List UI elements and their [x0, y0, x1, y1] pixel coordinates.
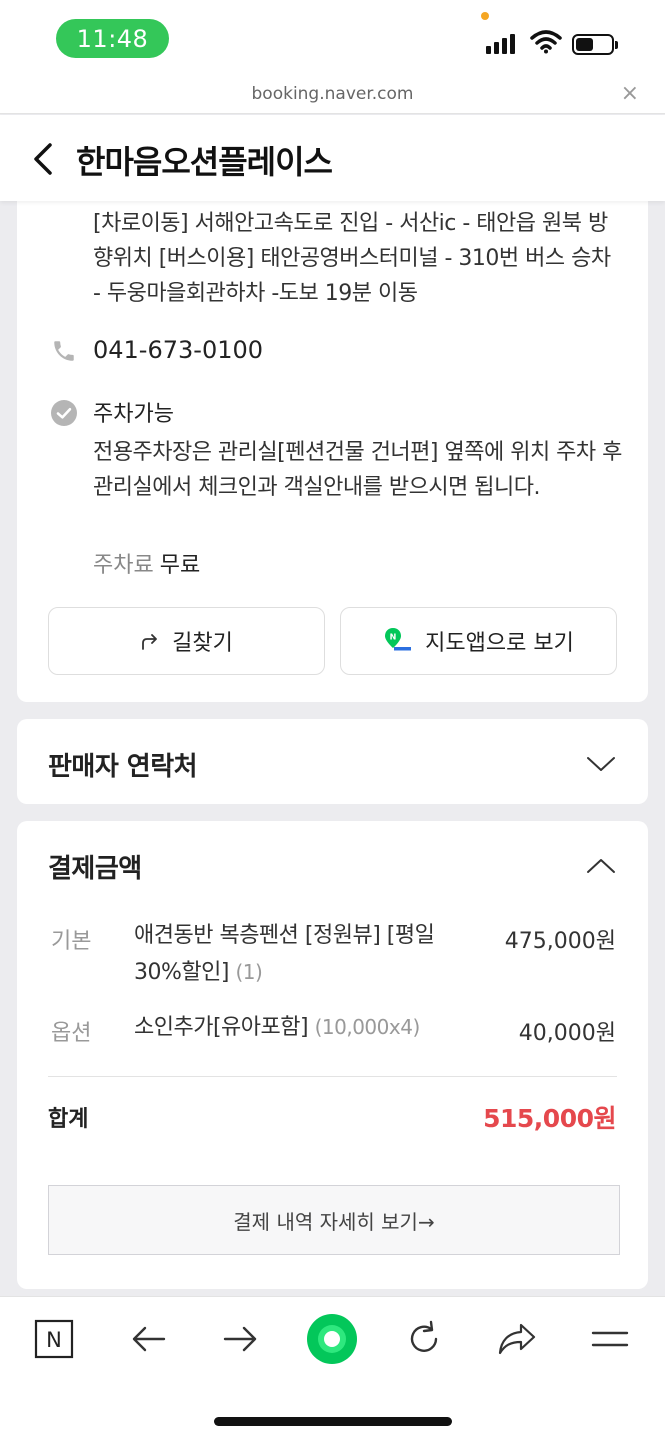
payment-section-title: 결제금액	[48, 854, 142, 884]
route-button[interactable]: 길찾기	[48, 607, 325, 675]
payment-item-name: 애견동반 복층펜션 [정원뷰] [평일 30%할인]	[134, 923, 435, 985]
forward-arrow-icon[interactable]	[219, 1317, 263, 1361]
check-circle-icon	[51, 400, 77, 426]
share-icon[interactable]	[495, 1317, 539, 1361]
payment-item-quantity: (10,000x4)	[314, 1015, 421, 1039]
refresh-icon[interactable]	[402, 1317, 446, 1361]
home-indicator	[214, 1417, 452, 1426]
seller-contact-section[interactable]: 판매자 연락처	[17, 719, 648, 804]
status-time: 11:48	[56, 19, 169, 58]
parking-description: 전용주차장은 관리실[펜션건물 건너편] 옆쪽에 위치 주차 후 관리실에서 체…	[93, 440, 622, 500]
payment-item-label: 옵션	[51, 1021, 92, 1046]
green-dot-icon[interactable]	[306, 1313, 358, 1365]
chevron-up-icon[interactable]	[586, 857, 616, 875]
parking-title: 주차가능	[93, 402, 174, 427]
naver-logo-text: N	[46, 1328, 62, 1352]
phone-number[interactable]: 041-673-0100	[93, 336, 263, 364]
total-amount: 515,000원	[483, 1104, 616, 1133]
turn-arrow-icon	[140, 631, 160, 651]
battery-level	[576, 38, 593, 51]
route-button-label: 길찾기	[172, 631, 233, 656]
chevron-down-icon[interactable]	[586, 755, 616, 773]
payment-item-name: 소인추가[유아포함]	[134, 1015, 309, 1040]
parking-fee: 주차료 무료	[93, 547, 200, 579]
wifi-icon	[530, 30, 562, 54]
back-arrow-icon[interactable]	[126, 1317, 170, 1361]
divider	[48, 1076, 617, 1077]
place-info-card: [차로이동] 서해안고속도로 진입 - 서산ic - 태안읍 원북 방향위치 […	[17, 190, 648, 702]
payment-item-amount: 475,000원	[504, 929, 616, 954]
payment-detail-button[interactable]: 결제 내역 자세히 보기→	[48, 1185, 620, 1255]
page-header: 한마음오션플레이스	[0, 115, 665, 201]
parking-fee-value: 무료	[159, 553, 201, 578]
payment-item-label: 기본	[51, 929, 92, 954]
payment-item-description: 애견동반 복층펜션 [정원뷰] [평일 30%할인] (1)	[134, 917, 479, 991]
url-bar[interactable]: booking.naver.com ×	[0, 78, 665, 114]
map-app-button[interactable]: N 지도앱으로 보기	[340, 607, 617, 675]
privacy-indicator-dot	[481, 12, 489, 20]
phone-icon	[54, 341, 74, 361]
menu-icon[interactable]	[588, 1317, 632, 1361]
url-text[interactable]: booking.naver.com	[0, 84, 665, 104]
payment-item-description: 소인추가[유아포함] (10,000x4)	[134, 1009, 479, 1046]
map-app-button-label: 지도앱으로 보기	[425, 631, 574, 656]
payment-section: 결제금액 기본 애견동반 복층펜션 [정원뷰] [평일 30%할인] (1) 4…	[17, 821, 648, 1289]
naver-home-icon[interactable]: N	[32, 1317, 76, 1361]
parking-fee-label: 주차료	[93, 553, 154, 578]
cellular-signal-icon	[486, 32, 515, 54]
battery-icon	[572, 34, 618, 55]
naver-map-icon: N	[383, 627, 413, 655]
browser-toolbar: N	[0, 1296, 665, 1440]
payment-item-quantity: (1)	[235, 960, 263, 984]
seller-section-title: 판매자 연락처	[48, 752, 198, 782]
back-chevron-icon[interactable]	[30, 139, 60, 179]
directions-text: [차로이동] 서해안고속도로 진입 - 서산ic - 태안읍 원북 방향위치 […	[93, 211, 611, 306]
close-icon[interactable]: ×	[621, 81, 639, 106]
payment-item-amount: 40,000원	[518, 1021, 616, 1046]
svg-text:N: N	[390, 633, 397, 642]
page-title: 한마음오션플레이스	[76, 143, 333, 181]
status-bar: 11:48	[0, 0, 665, 78]
total-label: 합계	[48, 1107, 89, 1132]
